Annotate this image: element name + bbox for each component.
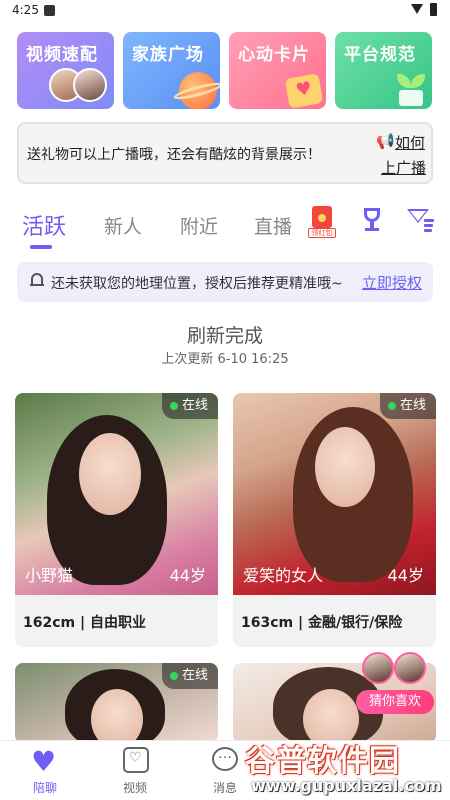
wifi-icon xyxy=(411,4,423,14)
feature-label: 心动卡片 xyxy=(238,45,310,65)
profile-info: 162cm | 自由职业 xyxy=(23,615,146,631)
profile-name: 爱笑的女人 xyxy=(243,566,324,585)
notice-link[interactable]: 上广播 xyxy=(381,157,426,178)
red-packet-button[interactable]: 领红包 xyxy=(308,206,336,238)
refresh-subtitle: 上次更新 6-10 16:25 xyxy=(161,352,289,367)
notice-link[interactable]: 如何 xyxy=(395,132,425,153)
sprout-icon xyxy=(393,72,427,106)
feature-video-match[interactable]: 视频速配 xyxy=(17,32,114,109)
status-time: 4:25 xyxy=(12,3,39,17)
profile-card[interactable]: 在线 小野猫 44岁 162cm | 自由职业 xyxy=(15,393,218,647)
nav-video[interactable]: 视频 xyxy=(105,741,165,800)
profile-card[interactable]: 在线 爱笑的女人 44岁 163cm | 金融/银行/保险 xyxy=(233,393,436,647)
nav-chat[interactable]: ♥ 陪聊 xyxy=(15,741,75,800)
online-dot-icon xyxy=(169,672,178,680)
online-dot-icon xyxy=(387,402,396,410)
feature-platform-rules[interactable]: 平台规范 xyxy=(335,32,432,109)
online-badge: 在线 xyxy=(161,393,218,419)
feature-heart-card[interactable]: 心动卡片 xyxy=(229,32,326,109)
avatar xyxy=(394,652,426,684)
tab-live[interactable]: 直播 xyxy=(254,212,292,239)
nav-label: 视频 xyxy=(122,781,147,795)
location-text: 还未获取您的地理位置，授权后推荐更精准哦~ xyxy=(51,276,343,292)
broadcast-notice[interactable]: 送礼物可以上广播哦，还会有酷炫的背景展示！ 📢 如何 上广播 xyxy=(17,122,433,184)
video-heart-icon xyxy=(123,747,149,773)
guess-like-button[interactable]: 猜你喜欢 xyxy=(356,652,434,714)
trophy-icon[interactable] xyxy=(360,208,384,234)
tab-active[interactable]: 活跃 xyxy=(22,209,66,241)
refresh-title: 刷新完成 xyxy=(186,325,263,347)
profile-info: 163cm | 金融/银行/保险 xyxy=(241,615,403,631)
watermark-url: www.gupuxlazal.com xyxy=(251,776,442,795)
watermark-title: 谷普软件园 xyxy=(245,744,400,779)
bell-icon xyxy=(30,273,44,289)
feature-family-square[interactable]: 家族广场 xyxy=(123,32,220,109)
authorize-link[interactable]: 立即授权 xyxy=(362,272,422,293)
profile-name: 小野猫 xyxy=(25,566,74,585)
watermark: 谷普软件园 www.gupuxlazal.com xyxy=(245,736,450,800)
guess-like-label: 猜你喜欢 xyxy=(356,690,434,714)
online-badge: 在线 xyxy=(161,663,218,689)
location-permission-bar: 还未获取您的地理位置，授权后推荐更精准哦~ 立即授权 xyxy=(17,262,433,302)
heart-card-icon xyxy=(284,73,324,109)
video-match-avatars xyxy=(49,68,109,104)
profile-card[interactable]: 在线 xyxy=(15,663,218,743)
status-bar: 4:25 xyxy=(0,0,450,22)
tab-nearby[interactable]: 附近 xyxy=(180,212,218,239)
profile-age: 44岁 xyxy=(169,566,206,585)
feature-label: 视频速配 xyxy=(26,45,98,65)
message-icon xyxy=(212,746,238,771)
tab-indicator xyxy=(30,245,52,249)
app-notification-icon xyxy=(44,5,55,16)
filter-icon[interactable] xyxy=(407,207,435,235)
feature-label: 家族广场 xyxy=(132,45,204,65)
tab-new[interactable]: 新人 xyxy=(104,212,142,239)
avatar xyxy=(73,68,107,102)
online-badge: 在线 xyxy=(379,393,436,419)
online-dot-icon xyxy=(169,402,178,410)
heart-pulse-icon: ♥ xyxy=(31,745,57,778)
profile-age: 44岁 xyxy=(387,566,424,585)
battery-icon xyxy=(430,3,437,16)
notice-text: 送礼物可以上广播哦，还会有酷炫的背景展示！ xyxy=(27,147,321,163)
megaphone-icon: 📢 xyxy=(376,132,395,150)
avatar xyxy=(362,652,394,684)
red-packet-tag: 领红包 xyxy=(308,228,336,238)
nav-label: 陪聊 xyxy=(32,781,57,795)
feature-label: 平台规范 xyxy=(344,45,416,65)
red-envelope-icon xyxy=(312,206,332,228)
